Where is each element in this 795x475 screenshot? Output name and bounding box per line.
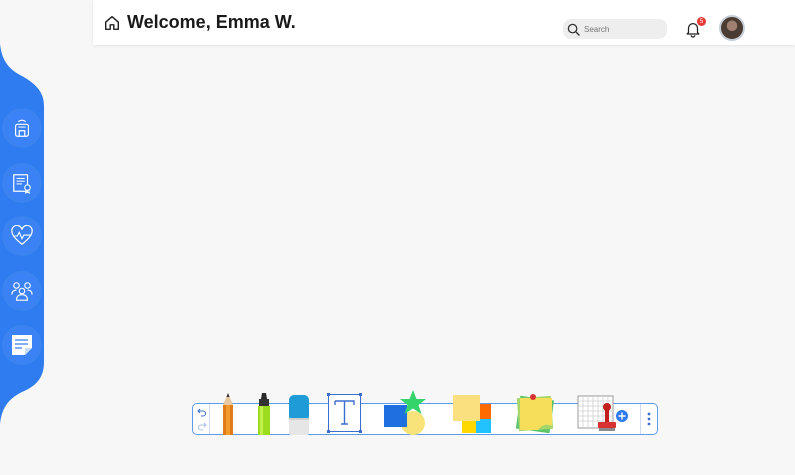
search-input[interactable]	[584, 24, 654, 34]
heart-pulse-icon	[11, 225, 33, 246]
eraser-icon	[289, 395, 309, 435]
school-icon	[14, 119, 30, 137]
shapes-tool[interactable]	[383, 390, 431, 436]
sticky-notes-tool[interactable]	[514, 392, 556, 434]
page-title: Welcome, Emma W.	[127, 12, 296, 32]
text-tool[interactable]	[327, 393, 362, 433]
sidebar	[0, 44, 50, 424]
notification-badge: 5	[697, 17, 706, 26]
text-icon	[327, 393, 362, 433]
group-icon	[11, 282, 33, 301]
redo-icon	[197, 422, 207, 431]
color-palette-icon	[453, 395, 491, 433]
add-icon	[615, 409, 629, 423]
sidebar-item-health[interactable]	[5, 219, 39, 253]
home-icon[interactable]	[103, 14, 121, 32]
undo-icon	[196, 408, 206, 417]
more-options-button[interactable]	[640, 404, 657, 434]
history-controls	[193, 404, 210, 434]
user-avatar[interactable]	[719, 15, 745, 41]
header-left: Welcome, Emma W.	[103, 12, 296, 33]
search-box[interactable]	[563, 19, 667, 39]
sidebar-item-school[interactable]	[5, 111, 39, 145]
sidebar-item-certificate[interactable]	[5, 166, 39, 200]
highlighter-tool[interactable]	[255, 392, 273, 436]
color-palette-tool[interactable]	[452, 394, 492, 434]
sidebar-item-notes[interactable]	[5, 328, 39, 362]
undo-button[interactable]	[195, 406, 208, 418]
top-header: Welcome, Emma W. 5	[93, 0, 795, 45]
sticky-notes-icon	[515, 394, 555, 434]
highlighter-icon	[258, 393, 270, 435]
redo-button[interactable]	[195, 420, 208, 432]
certificate-icon	[13, 174, 31, 194]
more-vertical-icon	[647, 412, 651, 426]
table-stamp-tool[interactable]	[577, 395, 631, 435]
shapes-icon	[384, 390, 426, 435]
notes-icon	[12, 335, 32, 355]
sidebar-item-group[interactable]	[5, 274, 39, 308]
search-icon	[567, 23, 580, 36]
eraser-tool[interactable]	[288, 394, 310, 436]
pencil-tool[interactable]	[219, 392, 237, 436]
pencil-icon	[223, 393, 233, 435]
